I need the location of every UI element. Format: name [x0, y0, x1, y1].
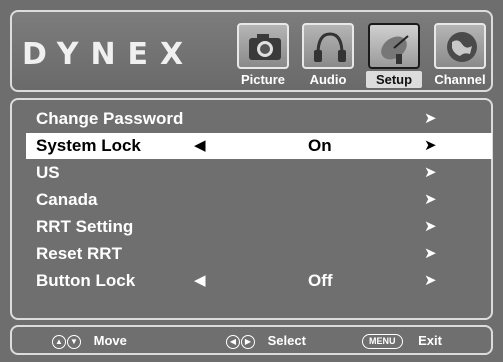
menu-item-label: System Lock [36, 136, 141, 155]
right-arrow-icon: ➤ [424, 245, 437, 262]
menu-item-rrt-setting[interactable]: RRT Setting ➤ [26, 214, 492, 240]
menu-item-system-lock[interactable]: System Lock ◀ On ➤ [26, 133, 492, 159]
tab-setup[interactable]: Setup [364, 20, 424, 90]
tab-picture[interactable]: Picture [233, 20, 293, 90]
headphones-icon [302, 23, 354, 69]
right-arrow-icon[interactable]: ➤ [424, 133, 437, 159]
menu-item-button-lock[interactable]: Button Lock ◀ Off ➤ [26, 268, 492, 294]
satellite-dish-icon [368, 23, 420, 69]
menu-item-us[interactable]: US ➤ [26, 160, 492, 186]
left-arrow-icon: ◀ [226, 334, 240, 349]
brand-logo: DYNEX [22, 37, 196, 72]
right-arrow-icon: ➤ [424, 164, 437, 181]
footer-help-bar: ▲ ▼ Move ◀ ▶ Select MENU Exit [10, 325, 493, 355]
tab-setup-label: Setup [366, 71, 422, 88]
menu-item-label: RRT Setting [36, 217, 134, 236]
camera-icon [237, 23, 289, 69]
right-arrow-icon: ➤ [424, 191, 437, 208]
left-arrow-icon[interactable]: ◀ [194, 133, 206, 159]
tab-audio-label: Audio [309, 72, 347, 87]
menu-item-reset-rrt[interactable]: Reset RRT ➤ [26, 241, 492, 267]
footer-move-hint: ▲ ▼ Move [52, 333, 127, 349]
right-arrow-icon: ▶ [241, 334, 255, 349]
menu-item-label: Reset RRT [36, 244, 122, 263]
menu-item-label: Button Lock [36, 271, 136, 290]
tab-picture-label: Picture [240, 72, 286, 87]
move-label: Move [93, 333, 127, 348]
select-label: Select [267, 333, 306, 348]
menu-item-canada[interactable]: Canada ➤ [26, 187, 492, 213]
exit-label: Exit [418, 333, 442, 348]
tab-channel[interactable]: Channel [430, 20, 490, 90]
menu-item-value: On [308, 136, 332, 155]
tab-audio[interactable]: Audio [298, 20, 358, 90]
right-arrow-icon: ➤ [424, 218, 437, 235]
left-arrow-icon[interactable]: ◀ [194, 268, 206, 294]
tv-setup-menu-screen: DYNEX Picture Audio Setup Channel Change… [0, 0, 503, 362]
setup-menu-list: Change Password ➤ System Lock ◀ On ➤ US … [10, 98, 493, 320]
menu-item-value: Off [308, 271, 333, 290]
menu-item-label: Change Password [36, 109, 184, 128]
menu-item-label: Canada [36, 190, 98, 209]
footer-select-hint: ◀ ▶ Select [226, 333, 306, 349]
menu-header: DYNEX Picture Audio Setup Channel [10, 10, 493, 92]
menu-item-label: US [36, 163, 60, 182]
tab-channel-label: Channel [434, 72, 486, 87]
up-arrow-icon: ▲ [52, 334, 66, 349]
right-arrow-icon[interactable]: ➤ [424, 268, 437, 294]
footer-exit-hint: MENU Exit [362, 333, 442, 350]
menu-item-change-password[interactable]: Change Password ➤ [26, 106, 492, 132]
right-arrow-icon: ➤ [424, 110, 437, 127]
globe-icon [434, 23, 486, 69]
menu-button-icon: MENU [362, 334, 403, 350]
down-arrow-icon: ▼ [67, 334, 81, 349]
